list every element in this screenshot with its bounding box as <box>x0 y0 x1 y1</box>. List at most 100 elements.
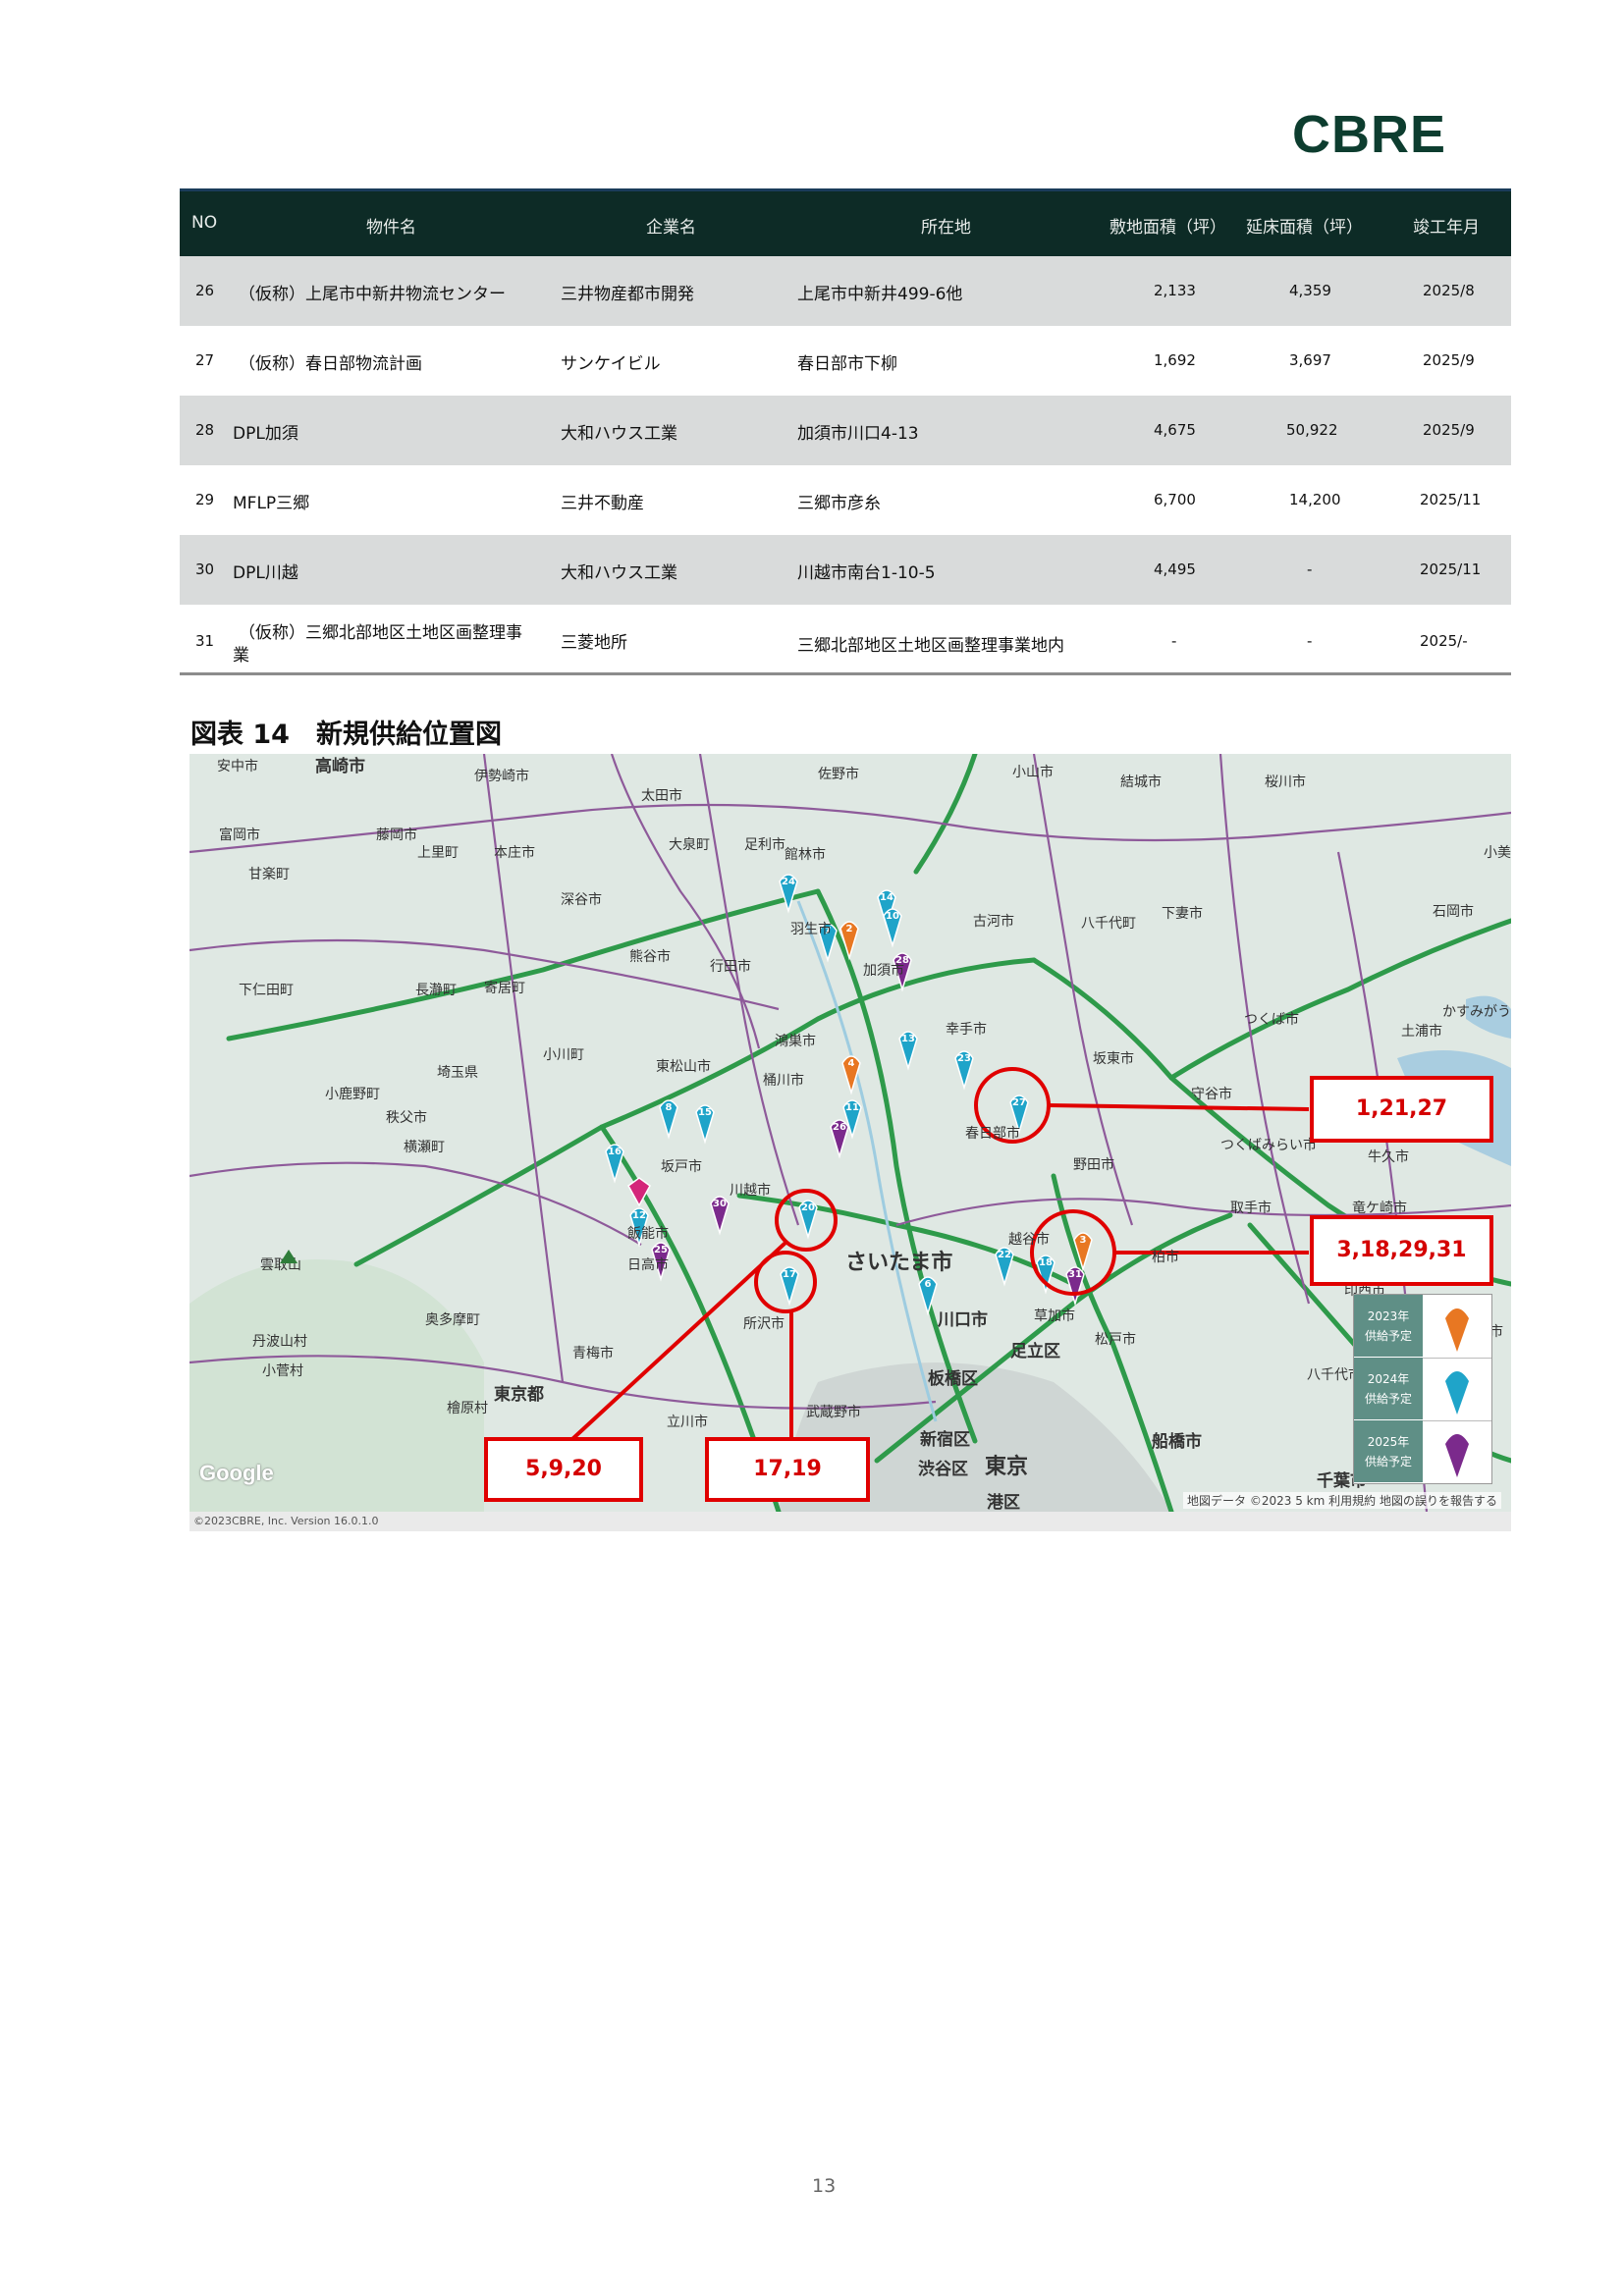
cell-no: 27 <box>195 351 215 369</box>
cell-no: 29 <box>195 491 215 508</box>
table-row: 28 DPL加須 大和ハウス工業 加須市川口4-13 4,675 50,922 … <box>180 396 1511 465</box>
header-floor-area: 延床面積（坪） <box>1246 218 1363 238</box>
place-label: 鴻巣市 <box>775 1034 816 1049</box>
place-label: 寄居町 <box>484 981 525 996</box>
place-label: 伊勢崎市 <box>474 769 529 784</box>
page-number: 13 <box>812 2175 837 2197</box>
svg-text:23: 23 <box>957 1053 971 1064</box>
place-label: 飯能市 <box>627 1226 669 1242</box>
place-label: 港区 <box>987 1493 1020 1512</box>
map-legend: 2023年 供給予定 2024年 供給予定 2025年 供給予定 <box>1353 1294 1492 1484</box>
legend-row: 2023年 供給予定 <box>1354 1295 1491 1359</box>
cell-date: 2025/- <box>1420 632 1468 650</box>
svg-text:8: 8 <box>666 1102 673 1113</box>
svg-text:17: 17 <box>783 1269 796 1280</box>
place-label: 小菅村 <box>262 1363 303 1379</box>
place-label: 東京都 <box>494 1385 544 1405</box>
cell-location: 上尾市中新井499-6他 <box>797 285 963 304</box>
place-label: 富岡市 <box>219 828 260 843</box>
cell-name: DPL加須 <box>233 424 298 444</box>
svg-text:20: 20 <box>801 1202 815 1213</box>
map[interactable]: 24 7 2 14 10 28 4 13 23 11 26 27 8 15 16… <box>189 754 1511 1512</box>
svg-text:3: 3 <box>1080 1235 1087 1246</box>
cell-floor: - <box>1307 632 1313 650</box>
cell-site: 2,133 <box>1154 282 1196 299</box>
place-label: 安中市 <box>217 759 258 774</box>
cell-site: 4,495 <box>1154 561 1196 578</box>
place-label: 越谷市 <box>1008 1232 1050 1248</box>
place-label: 立川市 <box>667 1415 708 1430</box>
header-no: NO <box>191 213 218 233</box>
place-label: 青梅市 <box>572 1346 614 1362</box>
cell-date: 2025/11 <box>1420 561 1482 578</box>
svg-text:16: 16 <box>608 1147 622 1157</box>
cell-location: 三郷市彦糸 <box>797 494 881 513</box>
place-label: 野田市 <box>1073 1157 1114 1173</box>
svg-text:6: 6 <box>925 1279 932 1290</box>
cell-date: 2025/9 <box>1423 351 1475 369</box>
cell-name: （仮称）上尾市中新井物流センター <box>239 285 506 304</box>
place-label: 牛久市 <box>1368 1149 1409 1165</box>
mountain-icon <box>280 1250 298 1263</box>
place-label: 川口市 <box>938 1310 988 1330</box>
header-site-area: 敷地面積（坪） <box>1110 218 1226 238</box>
place-label: 高崎市 <box>315 757 365 776</box>
place-label: 下妻市 <box>1162 906 1203 922</box>
cell-site: 6,700 <box>1154 491 1196 508</box>
place-label: 石岡市 <box>1433 904 1474 920</box>
place-label: 板橋区 <box>928 1369 978 1389</box>
svg-text:27: 27 <box>1012 1097 1026 1108</box>
svg-text:18: 18 <box>1039 1257 1053 1268</box>
cell-site: 1,692 <box>1154 351 1196 369</box>
place-label: 小鹿野町 <box>325 1087 380 1102</box>
place-label: 結城市 <box>1120 774 1162 790</box>
cell-company: 三菱地所 <box>561 633 627 653</box>
place-label: 松戸市 <box>1095 1332 1136 1348</box>
cell-company: サンケイビル <box>561 354 661 374</box>
place-label: 羽生市 <box>790 922 832 937</box>
report-error-link[interactable]: 地図の誤りを報告する <box>1380 1494 1497 1508</box>
terms-link[interactable]: 利用規約 <box>1328 1494 1376 1508</box>
legend-label: 2025年 供給予定 <box>1354 1420 1423 1482</box>
place-label: 佐野市 <box>818 767 859 782</box>
map-data-credit: 地図データ ©2023 5 km <box>1187 1494 1326 1508</box>
cell-location: 春日部市下柳 <box>797 354 897 374</box>
place-label: つくばみらい市 <box>1220 1138 1317 1153</box>
cell-floor: 4,359 <box>1289 282 1331 299</box>
place-label: 藤岡市 <box>376 828 417 843</box>
svg-text:2: 2 <box>846 924 853 934</box>
figure-title: 図表 14 新規供給位置図 <box>190 720 502 750</box>
callout-box: 1,21,27 <box>1310 1076 1493 1143</box>
place-label: 船橋市 <box>1152 1432 1202 1452</box>
header-completion: 竣工年月 <box>1413 218 1480 238</box>
legend-row: 2025年 供給予定 <box>1354 1420 1491 1483</box>
svg-text:30: 30 <box>713 1199 727 1209</box>
place-label: 横瀬町 <box>404 1140 445 1155</box>
cell-name: （仮称）三郷北部地区土地区画整理事 <box>239 623 522 643</box>
cell-location: 加須市川口4-13 <box>797 424 919 444</box>
place-label: 太田市 <box>641 788 682 804</box>
google-logo: Google <box>199 1461 274 1485</box>
cell-location: 三郷北部地区土地区画整理事業地内 <box>797 636 1064 656</box>
place-label: 桶川市 <box>763 1073 804 1089</box>
place-label: 小山市 <box>1012 765 1054 780</box>
place-label: 上里町 <box>417 845 459 861</box>
place-label: 埼玉県 <box>437 1065 478 1081</box>
legend-label: 2024年 供給予定 <box>1354 1358 1423 1419</box>
place-label: 日高市 <box>627 1257 669 1273</box>
svg-text:22: 22 <box>998 1250 1011 1260</box>
place-label: 熊谷市 <box>629 949 671 965</box>
svg-text:13: 13 <box>901 1034 915 1044</box>
cell-company: 三井物産都市開発 <box>561 285 694 304</box>
place-label: 秩父市 <box>386 1110 427 1126</box>
callout-box: 5,9,20 <box>484 1437 643 1502</box>
svg-text:26: 26 <box>833 1122 846 1133</box>
place-label: 小美 <box>1484 845 1511 861</box>
place-label: 小川町 <box>543 1047 584 1063</box>
svg-text:14: 14 <box>880 892 893 903</box>
svg-text:12: 12 <box>632 1210 646 1221</box>
place-label: 桜川市 <box>1265 774 1306 790</box>
cell-company: 三井不動産 <box>561 494 644 513</box>
copyright-text: ©2023CBRE, Inc. Version 16.0.1.0 <box>193 1515 379 1527</box>
table-row: 31 （仮称）三郷北部地区土地区画整理事 業 三菱地所 三郷北部地区土地区画整理… <box>180 605 1511 674</box>
